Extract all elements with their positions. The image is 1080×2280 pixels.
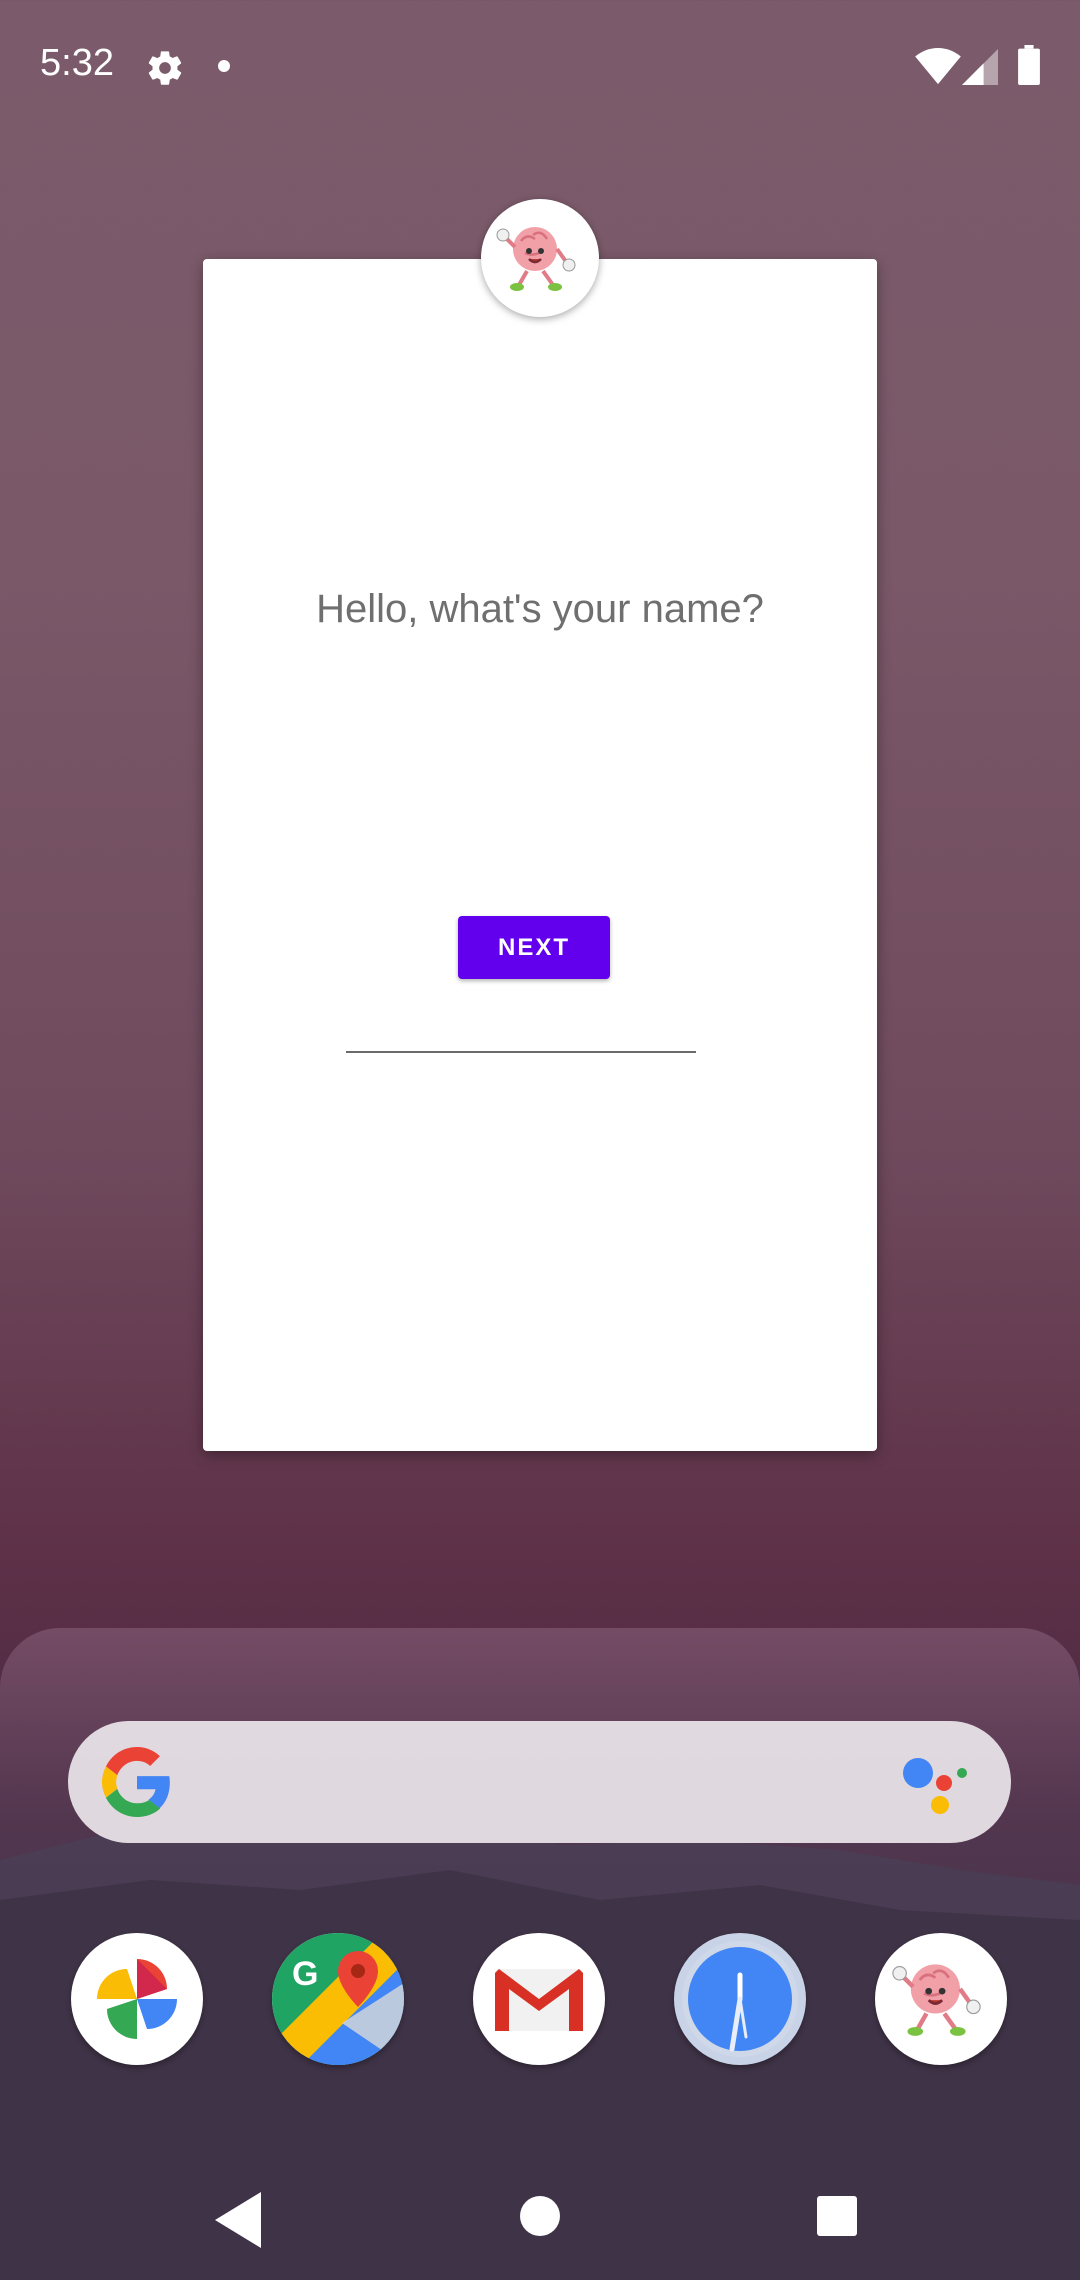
wifi-icon (915, 48, 961, 85)
brain-mascot-icon (892, 1964, 981, 2036)
gmail-app-icon[interactable] (473, 1933, 605, 2065)
back-icon[interactable] (215, 2192, 265, 2248)
name-input[interactable] (346, 991, 696, 1053)
google-search-bar[interactable] (68, 1721, 1011, 1843)
navigation-bar (0, 2160, 1080, 2280)
onboarding-card: Hello, what's your name? NEXT (203, 259, 877, 1451)
maps-app-icon[interactable]: G (272, 1933, 404, 2065)
photos-pinwheel-icon (97, 1959, 177, 2039)
clock-app-icon[interactable] (674, 1933, 806, 2065)
notification-dot-icon (218, 60, 230, 72)
gmail-icon (495, 1969, 583, 2031)
google-assistant-icon (903, 1758, 967, 1814)
maps-icon: G (272, 1933, 404, 2065)
clock-icon (682, 1941, 798, 2057)
name-question: Hello, what's your name? (316, 587, 764, 631)
avatar (481, 199, 599, 317)
recents-icon[interactable] (817, 2196, 857, 2236)
signal-icon (962, 49, 998, 85)
svg-text:G: G (292, 1955, 318, 1993)
battery-icon (1018, 45, 1040, 85)
brain-mascot-icon (496, 227, 576, 291)
status-time: 5:32 (40, 42, 114, 84)
home-icon[interactable] (520, 2196, 560, 2236)
status-bar: 5:32 (0, 0, 1080, 135)
brain-app-icon[interactable] (875, 1933, 1007, 2065)
gear-icon (148, 51, 182, 85)
next-button[interactable]: NEXT (458, 916, 610, 979)
photos-app-icon[interactable] (71, 1933, 203, 2065)
google-g-icon (102, 1747, 170, 1817)
